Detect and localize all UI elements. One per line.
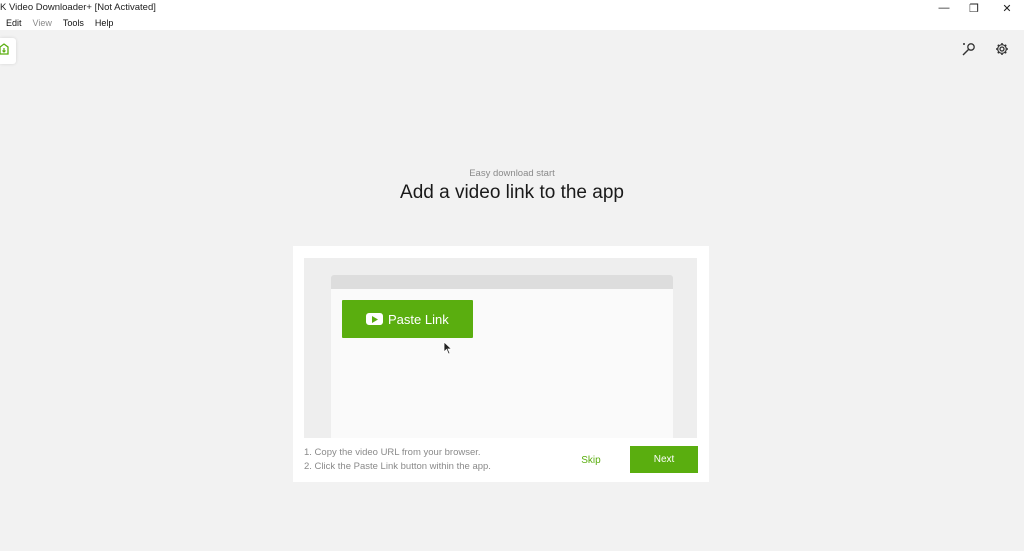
title-bar: K Video Downloader+ [Not Activated] — ❐ … xyxy=(0,0,1024,16)
onboarding-subtitle: Easy download start xyxy=(469,168,555,179)
menu-bar: Edit View Tools Help xyxy=(0,16,1024,30)
youtube-icon xyxy=(366,313,383,325)
menu-view[interactable]: View xyxy=(33,16,52,30)
close-button[interactable]: ✕ xyxy=(991,0,1023,16)
menu-edit[interactable]: Edit xyxy=(6,16,22,30)
next-button[interactable]: Next xyxy=(630,446,698,473)
minimize-button[interactable]: — xyxy=(928,0,960,16)
settings-button[interactable] xyxy=(993,42,1011,60)
illustration-browser-bar xyxy=(331,275,673,289)
gear-icon xyxy=(995,42,1009,61)
onboarding-title: Add a video link to the app xyxy=(400,182,624,203)
nav-downloads-tab[interactable] xyxy=(0,38,16,64)
download-home-icon xyxy=(0,42,10,60)
instruction-step-1: 1. Copy the video URL from your browser. xyxy=(304,447,481,458)
menu-help[interactable]: Help xyxy=(95,16,114,30)
instructions-list: 1. Copy the video URL from your browser.… xyxy=(304,446,491,474)
onboarding-card: Paste Link 1. Copy the video URL from yo… xyxy=(293,246,709,482)
instruction-step-2: 2. Click the Paste Link button within th… xyxy=(304,461,491,472)
skip-button[interactable]: Skip xyxy=(573,446,609,474)
window-title: K Video Downloader+ [Not Activated] xyxy=(0,2,156,13)
illustration-preview: Paste Link xyxy=(304,258,697,438)
paste-link-label: Paste Link xyxy=(388,311,449,327)
restore-button[interactable]: ❐ xyxy=(958,0,990,16)
menu-tools[interactable]: Tools xyxy=(63,16,84,30)
smart-mode-button[interactable] xyxy=(960,42,978,60)
smart-mode-icon xyxy=(961,41,977,62)
cursor-icon xyxy=(443,341,453,355)
paste-link-illustration-button: Paste Link xyxy=(342,300,473,338)
